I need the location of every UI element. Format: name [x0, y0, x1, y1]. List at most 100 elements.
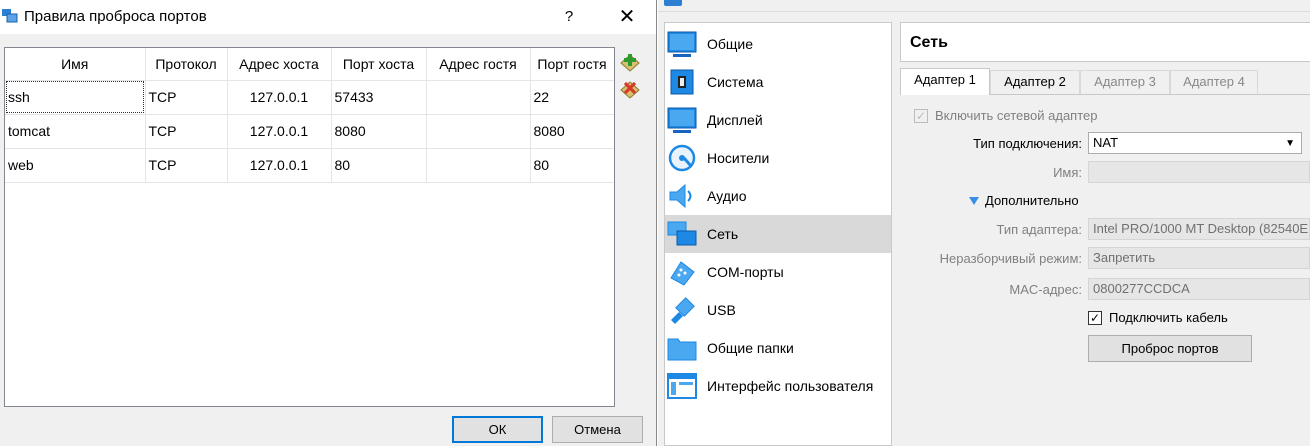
rule-host-ip-cell[interactable]: 127.0.0.1 — [227, 114, 332, 149]
tab-adapter-4[interactable]: Адаптер 4 — [1170, 70, 1258, 94]
column-header-name[interactable]: Имя — [5, 48, 146, 81]
rule-host-ip-cell[interactable]: 127.0.0.1 — [227, 80, 332, 115]
rule-name-cell[interactable]: web — [5, 148, 146, 183]
help-button[interactable]: ? — [552, 3, 586, 31]
column-header-guest-ip[interactable]: Адрес гостя — [426, 48, 531, 81]
mac-address-field[interactable]: 0800277CCDCA — [1088, 278, 1310, 300]
rule-protocol-cell[interactable]: TCP — [145, 80, 228, 115]
cancel-button[interactable]: Отмена — [552, 416, 643, 443]
app-icon — [664, 0, 682, 6]
attached-to-value: NAT — [1093, 135, 1119, 150]
settings-titlebar — [658, 0, 1310, 12]
rule-guest-ip-cell[interactable] — [426, 114, 531, 149]
nav-label: Сеть — [707, 226, 739, 242]
column-header-protocol[interactable]: Протокол — [145, 48, 228, 81]
adapter-type-select[interactable]: Intel PRO/1000 MT Desktop (82540EM) — [1088, 218, 1310, 240]
dropdown-arrow-icon: ▼ — [1285, 138, 1295, 149]
nav-label: Носители — [707, 150, 770, 166]
add-rule-icon — [620, 54, 640, 72]
rule-host-port-cell[interactable]: 57433 — [331, 80, 427, 115]
expand-arrow-icon — [969, 196, 979, 205]
rule-guest-port-cell[interactable]: 8080 — [530, 114, 614, 149]
tab-adapter-2[interactable]: Адаптер 2 — [990, 70, 1080, 94]
rule-host-port-cell[interactable]: 80 — [331, 148, 427, 183]
rule-host-port-cell[interactable]: 8080 — [331, 114, 427, 149]
tab-adapter-3[interactable]: Адаптер 3 — [1080, 70, 1170, 94]
user-interface-icon — [667, 371, 697, 401]
vm-settings-window: Общие Система Дисплей Носители Аудио Сет… — [658, 0, 1310, 446]
nav-label: Система — [707, 74, 764, 90]
storage-icon — [667, 143, 697, 173]
serial-ports-icon — [667, 257, 697, 287]
nav-item-general[interactable]: Общие — [665, 25, 891, 63]
nav-item-serial-ports[interactable]: COM-порты — [665, 253, 891, 291]
enable-adapter-checkbox[interactable]: ✓ — [914, 109, 928, 123]
nav-item-usb[interactable]: USB — [665, 291, 891, 329]
nav-item-storage[interactable]: Носители — [665, 139, 891, 177]
nav-item-shared-folders[interactable]: Общие папки — [665, 329, 891, 367]
name-field[interactable] — [1088, 161, 1310, 183]
network-icon — [2, 9, 18, 23]
column-header-host-ip[interactable]: Адрес хоста — [227, 48, 332, 81]
table-row[interactable]: tomcat TCP 127.0.0.1 8080 8080 — [5, 114, 614, 149]
promiscuous-mode-label: Неразборчивый режим: — [939, 251, 1082, 266]
enable-adapter-label: Включить сетевой адаптер — [935, 108, 1098, 123]
port-forwarding-dialog: Правила проброса портов ? ✕ Имя Протокол… — [0, 0, 657, 446]
advanced-label: Дополнительно — [985, 193, 1079, 208]
remove-rule-icon — [620, 81, 640, 99]
rule-protocol-cell[interactable]: TCP — [145, 148, 228, 183]
table-row[interactable]: web TCP 127.0.0.1 80 80 — [5, 148, 614, 183]
dialog-titlebar: Правила проброса портов ? ✕ — [0, 0, 656, 34]
port-forwarding-button[interactable]: Проброс портов — [1088, 335, 1252, 362]
rules-table[interactable]: Имя Протокол Адрес хоста Порт хоста Адре… — [4, 47, 615, 407]
promiscuous-mode-select[interactable]: Запретить — [1088, 247, 1310, 269]
adapter-type-label: Тип адаптера: — [996, 222, 1082, 237]
page-header: Сеть — [900, 22, 1310, 62]
rule-host-ip-cell[interactable]: 127.0.0.1 — [227, 148, 332, 183]
system-icon — [667, 67, 697, 97]
network-icon — [667, 219, 697, 249]
cable-connected-label: Подключить кабель — [1109, 310, 1228, 325]
nav-item-user-interface[interactable]: Интерфейс пользователя — [665, 367, 891, 405]
rule-protocol-cell[interactable]: TCP — [145, 114, 228, 149]
column-header-guest-port[interactable]: Порт гостя — [530, 48, 614, 81]
close-icon: ✕ — [618, 6, 636, 28]
nav-label: Аудио — [707, 188, 747, 204]
nav-item-audio[interactable]: Аудио — [665, 177, 891, 215]
cable-connected-checkbox[interactable]: ✓ — [1088, 311, 1102, 325]
nav-label: Интерфейс пользователя — [707, 378, 874, 394]
rule-name-cell[interactable]: tomcat — [5, 114, 146, 149]
tab-adapter-1[interactable]: Адаптер 1 — [900, 68, 990, 95]
nav-item-system[interactable]: Система — [665, 63, 891, 101]
nav-label: COM-порты — [707, 264, 784, 280]
nav-label: Дисплей — [707, 112, 763, 128]
attached-to-label: Тип подключения: — [973, 136, 1082, 151]
remove-rule-button[interactable] — [619, 78, 641, 100]
nav-label: Общие папки — [707, 340, 794, 356]
table-row[interactable]: ssh TCP 127.0.0.1 57433 22 — [5, 80, 614, 115]
attached-to-select[interactable]: NAT ▼ — [1088, 132, 1302, 154]
nav-label: Общие — [707, 36, 754, 52]
advanced-toggle[interactable]: Дополнительно — [969, 193, 1079, 208]
rule-guest-ip-cell[interactable] — [426, 148, 531, 183]
nav-item-network[interactable]: Сеть — [665, 215, 891, 253]
ok-button[interactable]: ОК — [452, 416, 543, 443]
network-page: Сеть Адаптер 1 Адаптер 2 Адаптер 3 Адапт… — [900, 22, 1310, 446]
add-rule-button[interactable] — [619, 51, 641, 73]
rule-guest-port-cell[interactable]: 80 — [530, 148, 614, 183]
close-button[interactable]: ✕ — [606, 2, 648, 32]
nav-label: USB — [707, 302, 736, 318]
column-header-host-port[interactable]: Порт хоста — [331, 48, 427, 81]
page-title: Сеть — [910, 34, 948, 51]
shared-folders-icon — [667, 333, 697, 363]
table-header-row: Имя Протокол Адрес хоста Порт хоста Адре… — [5, 48, 614, 81]
usb-icon — [667, 295, 697, 325]
mac-address-label: MAC-адрес: — [1009, 282, 1082, 297]
rule-guest-port-cell[interactable]: 22 — [530, 80, 614, 115]
dialog-title: Правила проброса портов — [24, 8, 207, 25]
settings-nav: Общие Система Дисплей Носители Аудио Сет… — [664, 22, 892, 446]
nav-item-display[interactable]: Дисплей — [665, 101, 891, 139]
audio-icon — [667, 181, 697, 211]
rule-guest-ip-cell[interactable] — [426, 80, 531, 115]
rule-name-cell[interactable]: ssh — [5, 80, 146, 115]
